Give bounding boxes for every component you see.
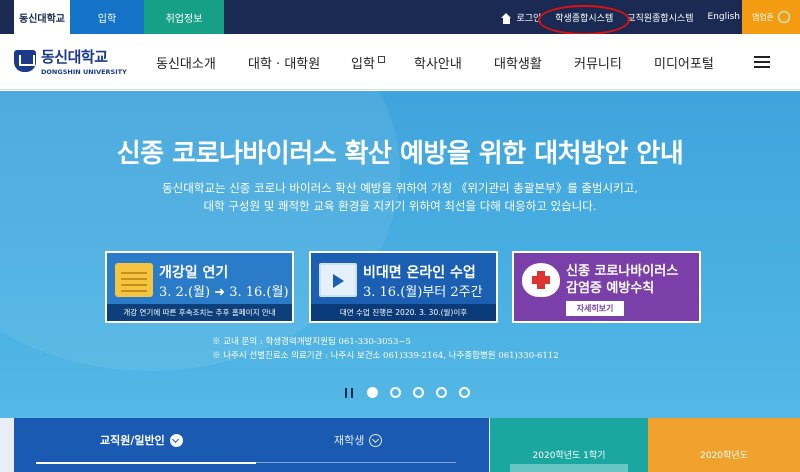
card-footnote: 대면 수업 진행은 2020. 3. 30.(월)이후: [311, 304, 496, 321]
note-campus-inquiry: ※ 교내 문의 : 학생경력개발지원팀 061-330-3053~5: [212, 337, 411, 347]
hero-description: 동신대학교는 신종 코로나 바이러스 확산 예방을 위하여 가칭 《위기관리 총…: [0, 179, 800, 215]
app-icon: [778, 11, 791, 23]
staff-system-link[interactable]: 교직원종합시스템: [627, 11, 693, 24]
tab-career[interactable]: 취업정보: [144, 0, 224, 34]
nav-community[interactable]: 커뮤니티: [574, 34, 622, 90]
nav-admission[interactable]: 입학: [351, 34, 385, 90]
nav-academic[interactable]: 학사안내: [414, 34, 462, 90]
slide-dot-4[interactable]: [436, 387, 447, 398]
tab-staff-label: 교직원/일반인: [100, 434, 165, 447]
nav-media-portal[interactable]: 미디어포털: [654, 34, 714, 90]
semester-bar: [510, 464, 628, 472]
hero-banner: 신종 코로나바이러스 확산 예방을 위한 대처방안 안내 동신대학교는 신종 코…: [0, 91, 800, 418]
slide-dot-1[interactable]: [367, 387, 378, 398]
chevron-down-icon: [369, 433, 383, 447]
logo-english: DONGSHIN UNIVERSITY: [41, 68, 127, 76]
tab-divider: [256, 462, 456, 463]
monitor-play-icon: [319, 263, 357, 297]
chevron-down-icon: [169, 433, 183, 447]
main-header: 동신대학교 DONGSHIN UNIVERSITY 동신대소개 대학 · 대학원…: [0, 34, 800, 90]
app-zone-button[interactable]: 앱업존: [742, 0, 800, 34]
nav-about[interactable]: 동신대소개: [156, 34, 216, 90]
semester-panel-1[interactable]: 2020학년도 1학기: [490, 418, 648, 472]
note-screening-clinic: ※ 나주시 선별진료소 의료기관 : 나주시 보건소 061)339-2164,…: [212, 351, 559, 361]
nav-college[interactable]: 대학 · 대학원: [248, 34, 320, 90]
audience-tabs: 교직원/일반인 재학생: [14, 418, 489, 472]
hero-desc-line1: 동신대학교는 신종 코로나 바이러스 확산 예방을 위하여 가칭 《위기관리 총…: [162, 181, 638, 195]
university-emblem-icon: [14, 50, 36, 72]
card-subtitle: 3. 2.(월) ➜ 3. 16.(월): [159, 285, 289, 300]
login-link[interactable]: 로그인: [501, 11, 541, 24]
medical-cross-icon: [522, 263, 560, 297]
card-title: 비대면 온라인 수업: [363, 265, 476, 281]
nav-admission-label: 입학: [351, 56, 375, 72]
card-subtitle: 3. 16.(월)부터 2주간: [363, 285, 483, 300]
home-icon: [501, 12, 512, 24]
memo-icon: [115, 263, 153, 297]
tab-students[interactable]: 재학생: [334, 432, 383, 448]
highlight-circle: [538, 5, 630, 35]
top-utility-bar: 동신대학교 입학 취업정보 로그인 학생종합시스템 교직원종합시스템 Engli…: [0, 0, 800, 34]
semester-label: 2020학년도 1학기: [532, 451, 606, 461]
bottom-section: 교직원/일반인 재학생 2020학년도 1학기 2020학년도: [0, 418, 800, 472]
pause-icon[interactable]: [345, 387, 353, 398]
external-link-icon: [377, 55, 385, 63]
logo[interactable]: 동신대학교 DONGSHIN UNIVERSITY: [14, 46, 127, 76]
menu-icon[interactable]: [754, 56, 770, 68]
contact-notes: ※ 교내 문의 : 학생경력개발지원팀 061-330-3053~5 ※ 나주시…: [212, 335, 559, 363]
slide-dot-3[interactable]: [413, 387, 424, 398]
nav-campus-life[interactable]: 대학생활: [494, 34, 542, 90]
logo-korean: 동신대학교: [41, 48, 108, 66]
slider-controls: [345, 387, 482, 398]
view-details-button[interactable]: 자세히보기: [566, 301, 624, 316]
hero-title: 신종 코로나바이러스 확산 예방을 위한 대처방안 안내: [116, 139, 684, 169]
tab-dongshin[interactable]: 동신대학교: [14, 0, 70, 34]
card-online-class[interactable]: 비대면 온라인 수업 3. 16.(월)부터 2주간 대면 수업 진행은 202…: [309, 251, 498, 323]
tab-staff-public[interactable]: 교직원/일반인: [100, 432, 183, 448]
tab-students-label: 재학생: [334, 434, 365, 447]
slide-dot-2[interactable]: [390, 387, 401, 398]
card-prevention-rules[interactable]: 신종 코로나바이러스 감염증 예방수칙 자세히보기: [512, 251, 701, 323]
hero-desc-line2: 대학 구성원 및 쾌적한 교육 환경을 지키기 위하여 최선을 다해 대응하고 …: [203, 199, 597, 213]
card-semester-delay[interactable]: 개강일 연기 3. 2.(월) ➜ 3. 16.(월) 개강 연기에 따른 후속…: [105, 251, 294, 323]
app-zone-label: 앱업존: [751, 12, 775, 22]
card-subtitle: 감염증 예방수칙: [566, 281, 655, 296]
english-link[interactable]: English: [708, 12, 741, 22]
card-title: 개강일 연기: [159, 265, 229, 281]
tab-admission[interactable]: 입학: [70, 0, 144, 34]
active-tab-indicator: [36, 462, 256, 464]
card-footnote: 개강 연기에 따른 후속조치는 추후 홈페이지 안내: [107, 304, 292, 321]
semester-label: 2020학년도: [700, 451, 748, 461]
semester-panel-2[interactable]: 2020학년도: [648, 418, 800, 472]
slide-dot-5[interactable]: [459, 387, 470, 398]
